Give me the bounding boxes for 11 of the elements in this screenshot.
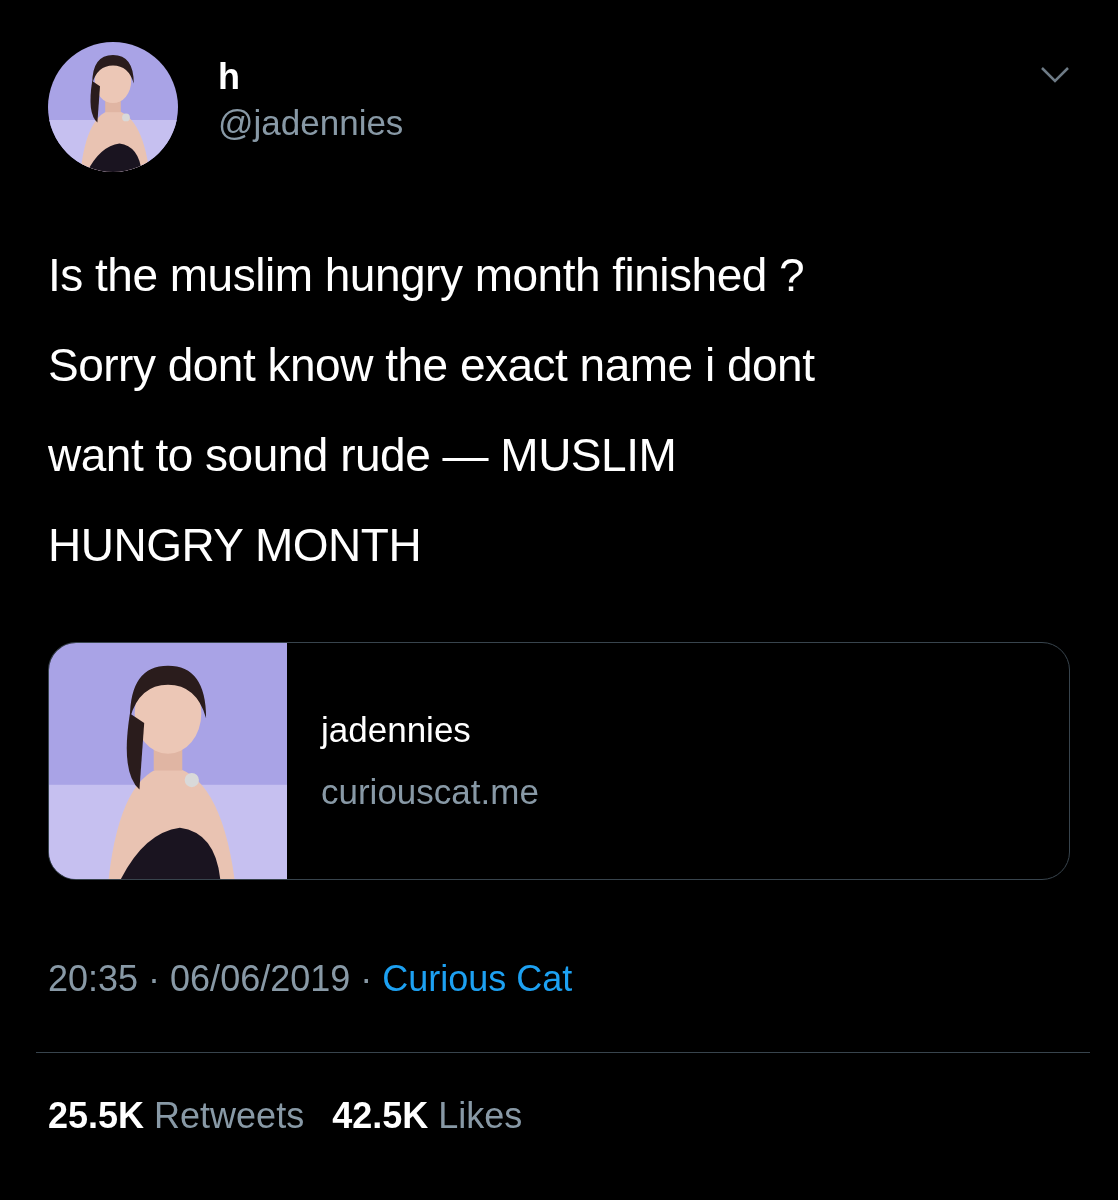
stat-link[interactable]: 42.5K Likes — [332, 1095, 523, 1137]
source-link[interactable]: Curious Cat — [382, 958, 573, 1000]
stat-link[interactable]: 25.5K Retweets — [48, 1095, 305, 1137]
chevron-down-icon[interactable] — [1040, 66, 1070, 84]
timestamp: 20:35 · 06/06/2019 · — [48, 958, 373, 1000]
display-name[interactable]: h — [218, 57, 404, 97]
link-card[interactable]: jadennies curiouscat.me — [48, 642, 1070, 880]
card-title: jadennies — [321, 710, 472, 750]
user-handle[interactable]: @jadennies — [218, 103, 404, 143]
tweet-text: Is the muslim hungry month finished ? Sorry dont know the exact name i dont want to sound rude — MUSLIM HUNGRY MONTH — [48, 248, 816, 573]
card-domain: curiouscat.me — [321, 772, 539, 812]
